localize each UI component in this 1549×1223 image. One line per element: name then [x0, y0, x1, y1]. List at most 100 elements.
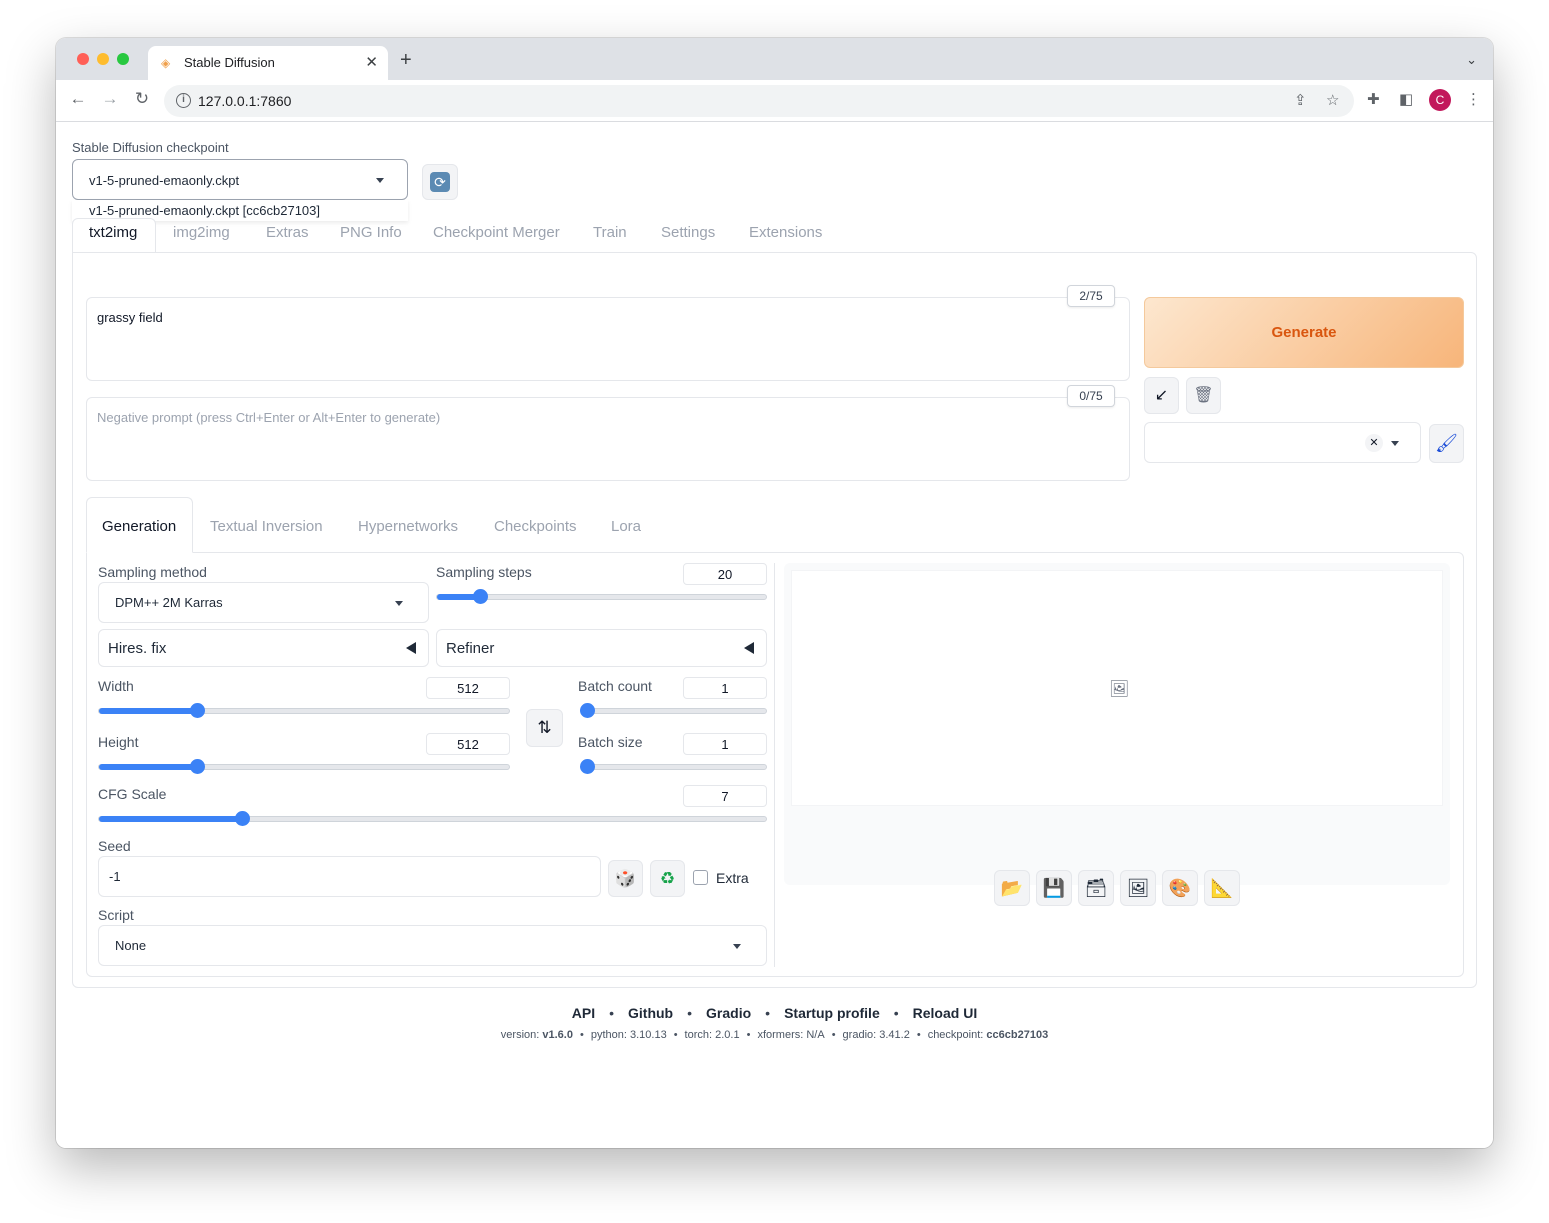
- zip-button[interactable]: 🗃: [1078, 870, 1114, 906]
- python-version: python: 3.10.13: [590, 1029, 667, 1041]
- footer-link-reload-ui[interactable]: Reload UI: [913, 1005, 978, 1021]
- subtab-checkpoints[interactable]: Checkpoints: [494, 518, 577, 535]
- negative-token-counter: 0/75: [1067, 385, 1115, 407]
- hires-fix-accordion[interactable]: Hires. fix: [98, 629, 429, 667]
- edit-styles-button[interactable]: 🖌: [1429, 424, 1464, 463]
- output-image-area: 🖼: [791, 570, 1443, 806]
- footer-link-gradio[interactable]: Gradio: [706, 1005, 751, 1021]
- send-to-extras-button[interactable]: 📐: [1204, 870, 1240, 906]
- slider-fill: [99, 708, 198, 714]
- seed-label: Seed: [98, 838, 131, 854]
- chevron-down-icon: [1391, 441, 1399, 446]
- tab-settings[interactable]: Settings: [661, 224, 715, 241]
- sampling-steps-slider[interactable]: [436, 589, 767, 604]
- tab-train[interactable]: Train: [593, 224, 627, 241]
- save-button[interactable]: 💾: [1036, 870, 1072, 906]
- subtab-hypernetworks[interactable]: Hypernetworks: [358, 518, 458, 535]
- browser-menu-icon[interactable]: ⋮: [1466, 90, 1481, 108]
- page-content: Stable Diffusion checkpoint v1-5-pruned-…: [56, 123, 1493, 1148]
- width-slider[interactable]: [98, 703, 510, 718]
- url-text: 127.0.0.1:7860: [198, 93, 292, 109]
- styles-dropdown[interactable]: ✕: [1144, 422, 1421, 463]
- maximize-window-button[interactable]: [117, 53, 129, 65]
- generate-button[interactable]: Generate: [1144, 297, 1464, 368]
- cfg-scale-slider[interactable]: [98, 811, 767, 826]
- tab-extensions[interactable]: Extensions: [749, 224, 822, 241]
- script-value: None: [115, 938, 147, 953]
- hires-fix-label: Hires. fix: [108, 640, 167, 657]
- recycle-icon: ♻: [659, 869, 676, 888]
- reload-icon[interactable]: ↻: [130, 89, 154, 109]
- browser-tab-bar: ◈ Stable Diffusion ✕ + ⌄: [56, 38, 1493, 80]
- extra-checkbox[interactable]: [693, 870, 708, 885]
- paintbrush-icon: 🖌: [1435, 433, 1458, 453]
- browser-tab[interactable]: ◈ Stable Diffusion ✕: [148, 46, 388, 80]
- slider-fill: [99, 764, 198, 770]
- tab-search-chevron-icon[interactable]: ⌄: [1466, 52, 1477, 68]
- swap-dimensions-button[interactable]: ⇅: [526, 709, 563, 747]
- column-divider: [774, 563, 775, 967]
- negative-prompt-textarea[interactable]: Negative prompt (press Ctrl+Enter or Alt…: [86, 397, 1130, 481]
- seed-input[interactable]: -1: [98, 856, 601, 897]
- width-label: Width: [98, 678, 134, 694]
- open-folder-button[interactable]: 📂: [994, 870, 1030, 906]
- slider-fill: [99, 816, 243, 822]
- height-slider[interactable]: [98, 759, 510, 774]
- subtab-textual-inversion[interactable]: Textual Inversion: [210, 518, 323, 535]
- checkpoint-dropdown[interactable]: v1-5-pruned-emaonly.ckpt: [72, 159, 408, 200]
- slider-thumb[interactable]: [472, 589, 488, 604]
- profile-avatar[interactable]: C: [1429, 89, 1451, 111]
- send-to-inpaint-button[interactable]: 🎨: [1162, 870, 1198, 906]
- sampling-steps-input[interactable]: 20: [683, 563, 767, 585]
- tab-txt2img[interactable]: txt2img: [89, 224, 137, 241]
- footer-link-api[interactable]: API: [572, 1005, 595, 1021]
- send-to-img2img-button[interactable]: 🖼: [1120, 870, 1156, 906]
- address-bar[interactable]: i 127.0.0.1:7860 ⇪ ☆: [164, 85, 1354, 117]
- cfg-scale-input[interactable]: 7: [683, 785, 767, 807]
- sampling-method-value: DPM++ 2M Karras: [115, 595, 223, 610]
- script-dropdown[interactable]: None: [98, 925, 767, 966]
- clear-prompt-button[interactable]: 🗑: [1186, 377, 1221, 414]
- prompt-textarea[interactable]: grassy field: [86, 297, 1130, 381]
- side-panel-icon[interactable]: ◧: [1399, 90, 1413, 108]
- bookmark-star-icon[interactable]: ☆: [1326, 91, 1339, 109]
- batch-size-input[interactable]: 1: [683, 733, 767, 755]
- refiner-accordion[interactable]: Refiner: [436, 629, 767, 667]
- width-input[interactable]: 512: [426, 677, 510, 699]
- batch-count-label: Batch count: [578, 678, 652, 694]
- sampling-method-dropdown[interactable]: DPM++ 2M Karras: [98, 582, 429, 623]
- tab-extras[interactable]: Extras: [266, 224, 309, 241]
- picture-icon: 🖼: [1126, 878, 1150, 898]
- reuse-seed-button[interactable]: ♻: [650, 860, 685, 897]
- tab-checkpoint-merger[interactable]: Checkpoint Merger: [433, 224, 560, 241]
- close-tab-icon[interactable]: ✕: [365, 53, 378, 71]
- footer-link-github[interactable]: Github: [628, 1005, 673, 1021]
- subtab-lora[interactable]: Lora: [611, 518, 641, 535]
- random-seed-button[interactable]: 🎲: [608, 860, 643, 897]
- footer-link-startup-profile[interactable]: Startup profile: [784, 1005, 880, 1021]
- read-params-button[interactable]: ↙: [1144, 377, 1179, 414]
- close-window-button[interactable]: [77, 53, 89, 65]
- batch-count-input[interactable]: 1: [683, 677, 767, 699]
- clear-x-icon[interactable]: ✕: [1365, 434, 1383, 452]
- tab-img2img[interactable]: img2img: [173, 224, 230, 241]
- extensions-puzzle-icon[interactable]: ✚: [1367, 90, 1380, 108]
- refresh-checkpoint-button[interactable]: ⟳: [422, 164, 458, 200]
- cfg-scale-label: CFG Scale: [98, 786, 167, 802]
- forward-arrow-icon[interactable]: →: [98, 89, 122, 109]
- version-label: version:: [500, 1029, 540, 1041]
- minimize-window-button[interactable]: [97, 53, 109, 65]
- height-input[interactable]: 512: [426, 733, 510, 755]
- site-info-icon[interactable]: i: [176, 93, 191, 108]
- batch-size-slider[interactable]: [580, 759, 767, 774]
- palette-icon: 🎨: [1168, 878, 1192, 898]
- sampling-method-label: Sampling method: [98, 564, 207, 580]
- back-arrow-icon[interactable]: ←: [66, 89, 90, 109]
- new-tab-icon[interactable]: +: [400, 50, 412, 70]
- slider-thumb[interactable]: [580, 703, 595, 718]
- share-icon[interactable]: ⇪: [1294, 91, 1307, 109]
- tab-png-info[interactable]: PNG Info: [340, 224, 402, 241]
- slider-thumb[interactable]: [580, 759, 595, 774]
- batch-count-slider[interactable]: [580, 703, 767, 718]
- subtab-generation[interactable]: Generation: [102, 518, 176, 535]
